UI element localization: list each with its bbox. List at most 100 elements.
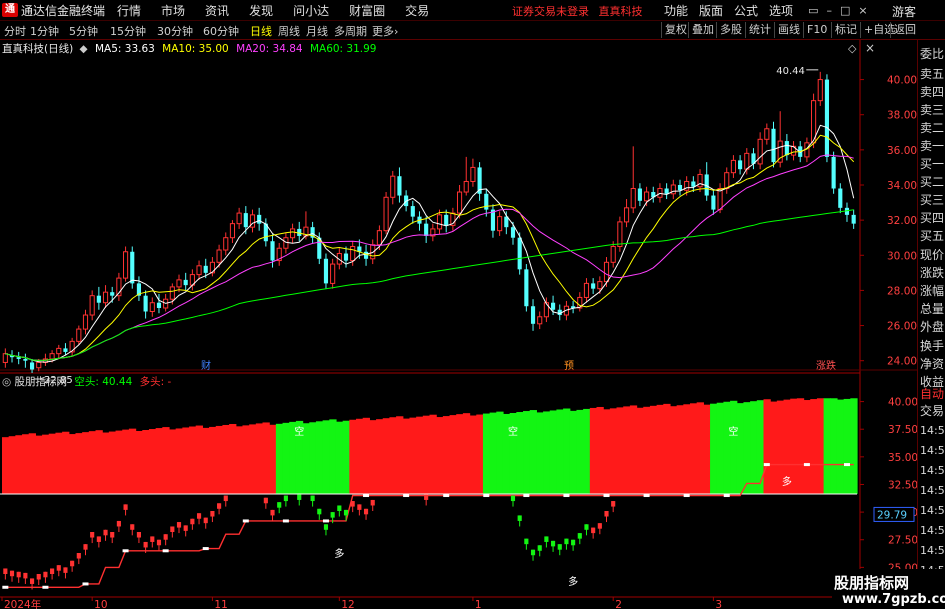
indicator-band-bar xyxy=(656,404,664,494)
candle-body xyxy=(470,166,476,182)
menu-item-ask[interactable]: 问小达 xyxy=(293,2,329,19)
minimize-icon[interactable]: – xyxy=(826,4,832,17)
candle-body xyxy=(257,214,262,224)
quote-label-ask1: 卖一 xyxy=(920,139,945,153)
close-chart-icon[interactable]: × xyxy=(865,41,875,55)
menu-item-discover[interactable]: 发现 xyxy=(249,2,273,19)
indicator-band-bar xyxy=(850,398,858,494)
indicator-candle xyxy=(123,504,128,510)
menu-item-market[interactable]: 行情 xyxy=(117,2,141,19)
indicator-candle xyxy=(217,503,222,509)
quote-label-net-asset: 净资 xyxy=(920,357,945,371)
indicator-band-bar xyxy=(62,431,70,494)
indicator-band-bar xyxy=(609,408,618,494)
indicator-band-bar xyxy=(730,400,738,494)
app-title: 通达信金融终端 xyxy=(21,3,106,18)
menu-item-board[interactable]: 市场 xyxy=(161,2,185,19)
menu-item-options[interactable]: 选项 xyxy=(769,2,793,19)
adjust-price-button[interactable]: 复权 xyxy=(661,22,690,38)
indicator-candle xyxy=(343,509,349,516)
period-tab-multi[interactable]: 多周期 xyxy=(334,23,367,39)
menu-item-function[interactable]: 功能 xyxy=(664,2,688,19)
indicator-band-bar xyxy=(516,412,524,494)
price-tick-label: 30.00 xyxy=(887,250,917,262)
indicator-candle xyxy=(23,572,28,579)
kline-chart[interactable]: 40.00 38.00 36.00 34.00 32.00 30.00 28.00 26.00… xyxy=(0,40,917,609)
menu-item-formula[interactable]: 公式 xyxy=(734,2,758,19)
indicator-candle xyxy=(96,536,101,542)
period-toolbar: 分时 1分钟 5分钟 15分钟 30分钟 60分钟 日线 周线 月线 多周期 更… xyxy=(0,21,945,40)
indicator-band-bar xyxy=(82,432,90,494)
period-tab-30min[interactable]: 30分钟 xyxy=(157,23,193,39)
mark-button[interactable]: 标记 xyxy=(831,22,860,38)
step-marker xyxy=(523,494,530,498)
indicator-band-bar xyxy=(269,424,277,494)
candle-body xyxy=(757,138,763,165)
indicator-candle xyxy=(277,502,282,508)
indicator-band-bar xyxy=(155,428,163,494)
period-tab-monthly[interactable]: 月线 xyxy=(306,23,328,39)
quote-label-trade[interactable]: 交易 xyxy=(920,402,945,419)
indicator-candle xyxy=(551,540,556,547)
statistics-button[interactable]: 统计 xyxy=(745,22,774,38)
quote-label-ratio[interactable]: 委比 xyxy=(920,45,945,62)
step-marker xyxy=(42,585,49,589)
period-tab-daily[interactable]: 日线 xyxy=(250,23,272,39)
period-tab-more[interactable]: 更多› xyxy=(372,23,398,39)
indicator-band-bar xyxy=(676,405,684,494)
indicator-band-bar xyxy=(836,399,845,494)
login-status[interactable]: 证券交易未登录 直真科技 xyxy=(512,3,643,19)
indicator-band-bar xyxy=(823,398,831,494)
candle-body xyxy=(630,188,636,209)
quote-label-auto[interactable]: 自动 xyxy=(920,385,945,402)
indicator-band-bar xyxy=(456,414,464,494)
f10-button[interactable]: F10 xyxy=(803,22,830,38)
indicator-candle xyxy=(263,497,268,504)
menu-item-fortune-circle[interactable]: 财富圈 xyxy=(349,2,385,19)
indicator-candle xyxy=(564,538,569,545)
indicator-settings-icon[interactable]: ◎ xyxy=(2,376,11,388)
restore-window-icon[interactable]: ▭ xyxy=(808,4,818,17)
event-marker: 涨跌 xyxy=(816,359,836,372)
menu-item-layout[interactable]: 版面 xyxy=(699,2,723,19)
step-marker xyxy=(242,519,249,523)
indicator-candle xyxy=(604,511,609,517)
diamond-icon[interactable]: ◇ xyxy=(848,42,856,55)
period-tab-5min[interactable]: 5分钟 xyxy=(69,23,98,39)
indicator-band-bar xyxy=(436,417,444,494)
price-tick-label: 38.00 xyxy=(887,110,917,122)
time-tick-label: 3 xyxy=(715,599,722,609)
close-icon[interactable]: × xyxy=(858,4,867,17)
indicator-candle xyxy=(36,574,41,580)
overlay-button[interactable]: 叠加 xyxy=(688,22,717,38)
period-tab-15min[interactable]: 15分钟 xyxy=(110,23,146,39)
indicator-band-bar xyxy=(830,398,838,494)
candle-body xyxy=(717,188,723,211)
indicator-band-bar xyxy=(229,423,237,494)
menu-item-trade[interactable]: 交易 xyxy=(405,2,429,19)
period-tab-1min[interactable]: 1分钟 xyxy=(30,23,59,39)
candle-body xyxy=(102,291,109,304)
ma-settings-icon[interactable]: ◆ xyxy=(80,43,88,55)
multi-stock-button[interactable]: 多股 xyxy=(716,22,745,38)
indicator-band-bar xyxy=(396,416,404,494)
indicator-candle xyxy=(297,494,302,500)
period-tab-weekly[interactable]: 周线 xyxy=(278,23,300,39)
period-tab-intraday[interactable]: 分时 xyxy=(4,23,26,39)
guest-label[interactable]: 游客 xyxy=(892,3,916,20)
stock-name-label[interactable]: 直真科技(日线) xyxy=(2,43,73,55)
indicator-band-bar xyxy=(770,401,778,494)
indicator-name[interactable]: 股朋指标网 xyxy=(15,376,68,388)
indicator-candle xyxy=(170,526,175,532)
indicator-band-bar xyxy=(48,433,57,494)
indicator-band-bar xyxy=(509,412,517,494)
maximize-icon[interactable]: □ xyxy=(840,4,850,17)
menu-item-news[interactable]: 资讯 xyxy=(205,2,229,19)
candle-body xyxy=(738,160,743,170)
indicator-band-bar xyxy=(215,425,224,494)
period-tab-60min[interactable]: 60分钟 xyxy=(203,23,239,39)
back-button[interactable]: 返回 xyxy=(890,22,919,38)
candle-body xyxy=(771,128,776,163)
draw-line-button[interactable]: 画线 xyxy=(774,22,803,38)
indicator-band-bar xyxy=(502,413,511,494)
